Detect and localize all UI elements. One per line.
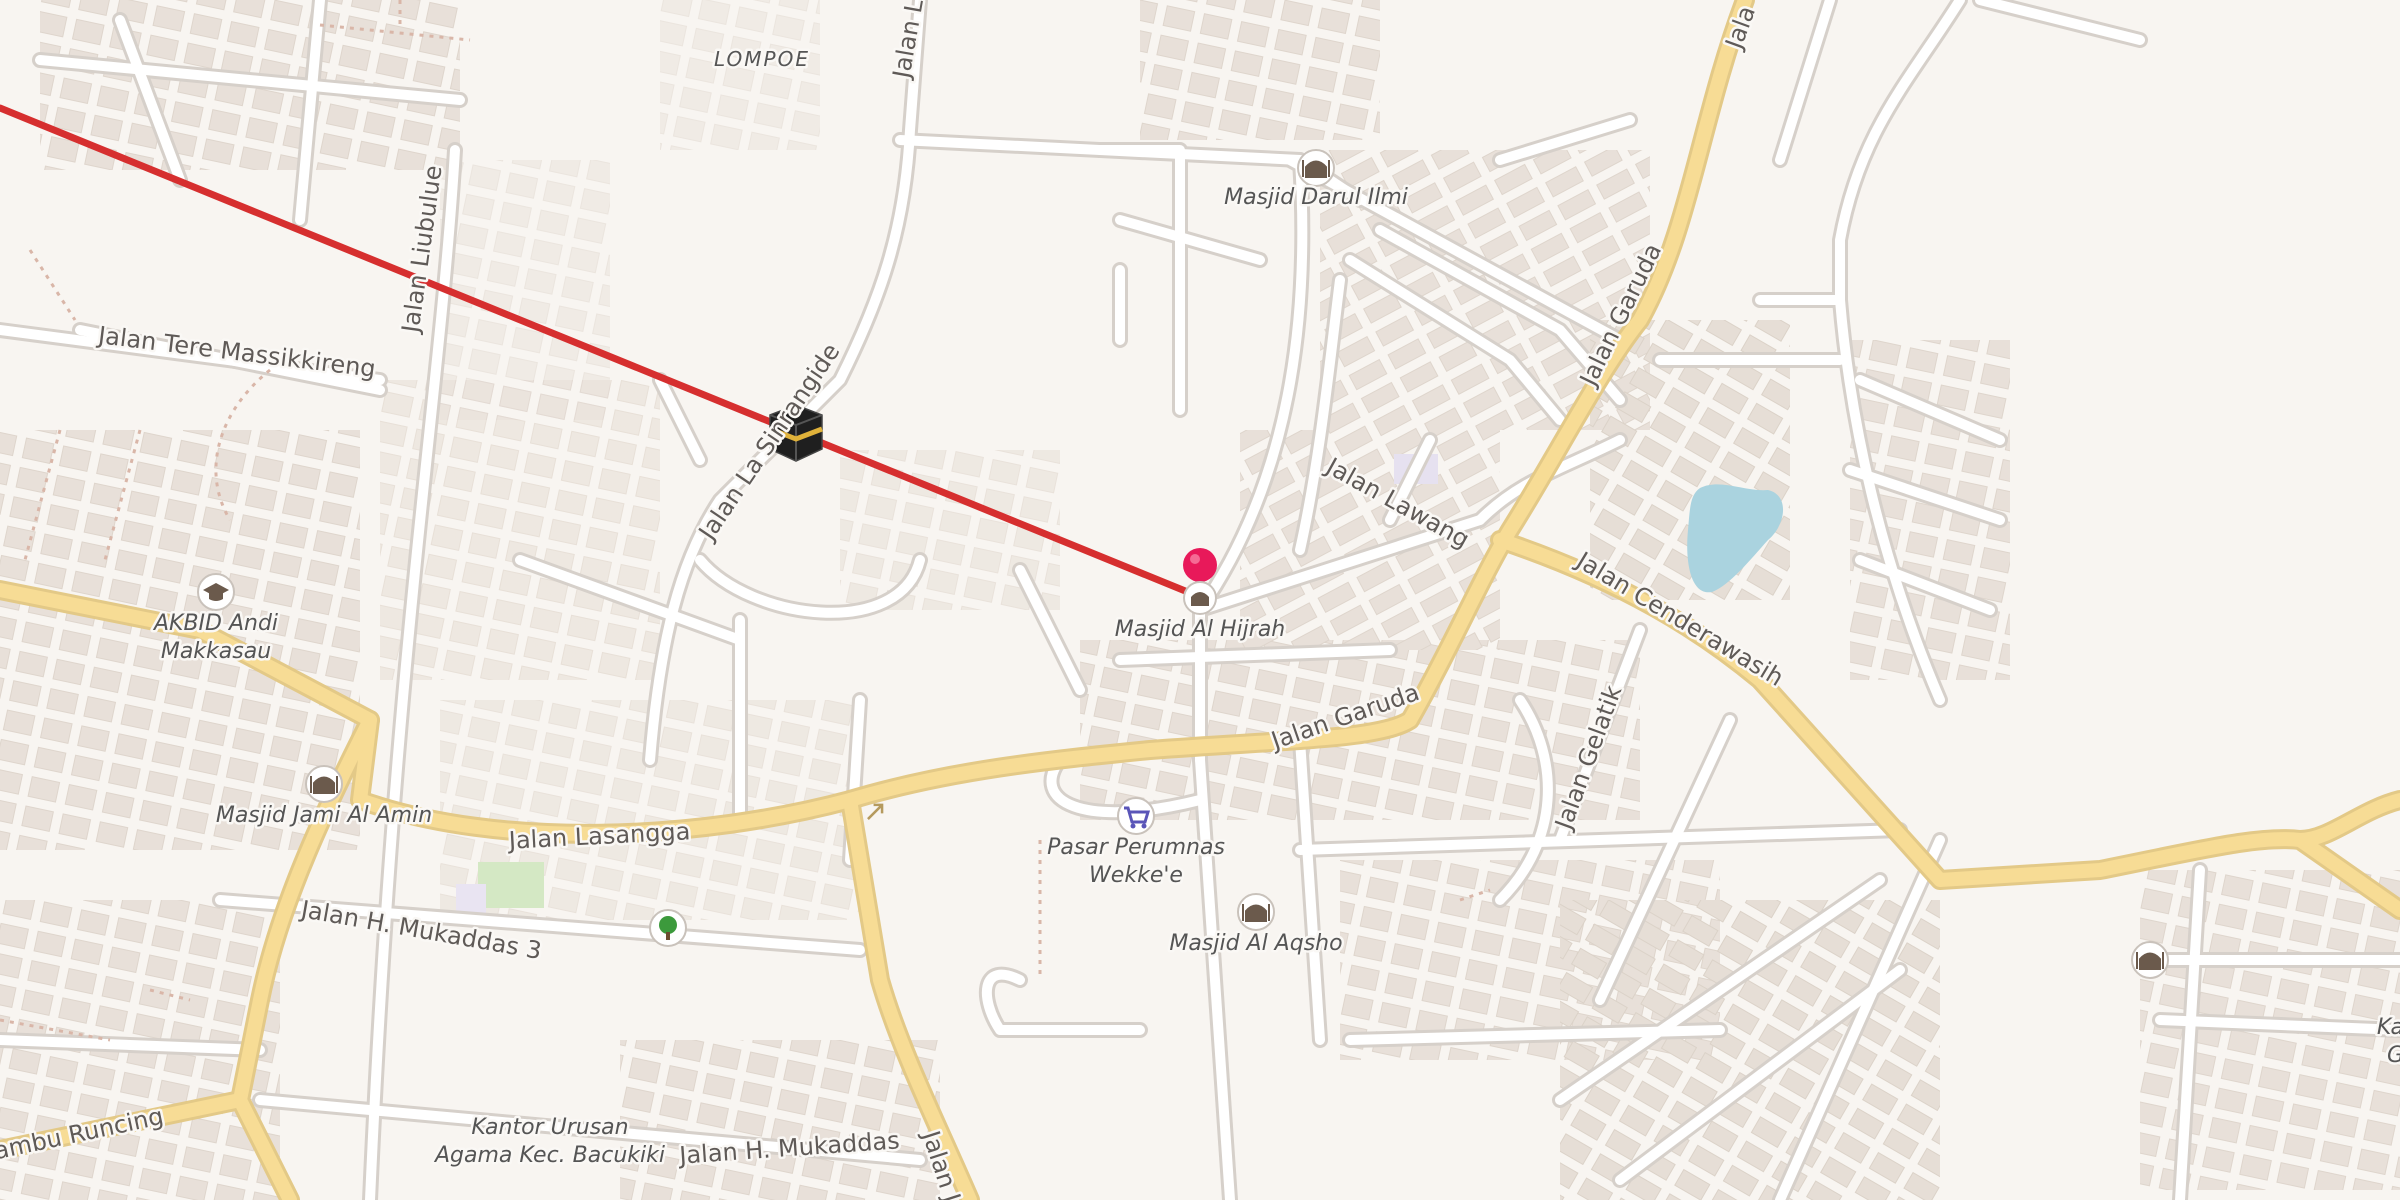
- map-canvas[interactable]: LOMPOE Jalan Lasangga Jalan Garuda Jalan…: [0, 0, 2400, 1200]
- poi-label-edge-g: G: [2387, 1043, 2400, 1068]
- poi-label-kantor-line2: Agama Kec. Bacukiki: [433, 1143, 665, 1168]
- poi-label-edge-ka: Ka: [2377, 1015, 2400, 1040]
- poi-label-pasar-line1: Pasar Perumnas: [1047, 835, 1225, 860]
- poi-label-akbid-line1: AKBID Andi: [152, 611, 278, 636]
- shopping-cart-icon[interactable]: [1117, 797, 1155, 835]
- poi-label-kantor-line1: Kantor Urusan: [471, 1115, 628, 1140]
- mosque-icon[interactable]: [2131, 941, 2169, 979]
- poi-label-masjid-al-hijrah: Masjid Al Hijrah: [1115, 617, 1286, 642]
- poi-label-masjid-al-aqsho: Masjid Al Aqsho: [1169, 931, 1342, 956]
- area-label-lompoe: LOMPOE: [714, 47, 810, 71]
- sports-field: [478, 862, 544, 908]
- mosque-icon[interactable]: [305, 765, 343, 803]
- mosque-icon[interactable]: [1183, 581, 1217, 615]
- poi-label-masjid-jami-al-amin: Masjid Jami Al Amin: [216, 803, 432, 828]
- mosque-icon[interactable]: [1237, 893, 1275, 931]
- poi-label-akbid-line2: Makkasau: [161, 639, 271, 664]
- poi-label-pasar-line2: Wekke'e: [1089, 863, 1183, 888]
- tree-icon[interactable]: [649, 909, 687, 947]
- graduation-cap-icon[interactable]: [197, 573, 235, 611]
- poi-label-masjid-darul-ilmi: Masjid Darul Ilmi: [1224, 185, 1408, 210]
- mosque-icon[interactable]: [1297, 149, 1335, 187]
